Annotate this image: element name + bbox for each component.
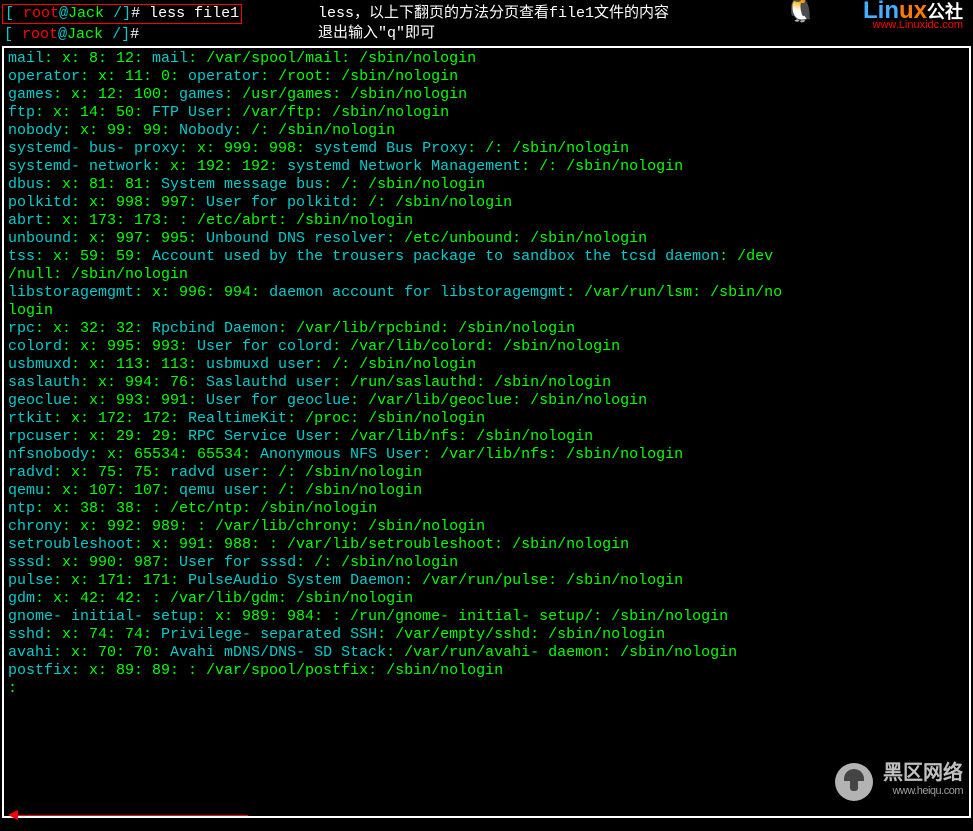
output-line: systemd- bus- proxy: x: 999: 998: system… [8,140,965,158]
watermark: 黑区网络 www.heiqu.com [835,763,963,801]
output-line: abrt: x: 173: 173: : /etc/abrt: /sbin/no… [8,212,965,230]
arrow-annotation [8,807,248,825]
prompt-at: @ [59,5,68,22]
output-line: gdm: x: 42: 42: : /var/lib/gdm: /sbin/no… [8,590,965,608]
output-line: dbus: x: 81: 81: System message bus: /: … [8,176,965,194]
output-line: geoclue: x: 993: 991: User for geoclue: … [8,392,965,410]
output-line: qemu: x: 107: 107: qemu user: /: /sbin/n… [8,482,965,500]
annotation-text: less，以上下翻页的方法分页查看file1文件的内容 退出输入"q"即可 [318,4,669,44]
logo-url: www.Linuxidc.com [863,16,963,34]
annotation-line1: less，以上下翻页的方法分页查看file1文件的内容 [318,4,669,24]
output-line: sshd: x: 74: 74: Privilege- separated SS… [8,626,965,644]
output-line: games: x: 12: 100: games: /usr/games: /s… [8,86,965,104]
output-line: avahi: x: 70: 70: Avahi mDNS/DNS- SD Sta… [8,644,965,662]
output-line: colord: x: 995: 993: User for colord: /v… [8,338,965,356]
output-line: nfsnobody: x: 65534: 65534: Anonymous NF… [8,446,965,464]
output-line: nobody: x: 99: 99: Nobody: /: /sbin/nolo… [8,122,965,140]
command-highlight-box: [ root@Jack /]# less file1 [2,4,242,24]
output-line: ftp: x: 14: 50: FTP User: /var/ftp: /sbi… [8,104,965,122]
command-text: less file1 [149,5,239,22]
output-line: rpc: x: 32: 32: Rpcbind Daemon: /var/lib… [8,320,965,338]
output-line: radvd: x: 75: 75: radvd user: /: /sbin/n… [8,464,965,482]
output-line: operator: x: 11: 0: operator: /root: /sb… [8,68,965,86]
output-line: login [8,302,965,320]
site-logo: Linux公社 www.Linuxidc.com [863,2,963,34]
prompt-hash: # [131,5,149,22]
output-line: rpcuser: x: 29: 29: RPC Service User: /v… [8,428,965,446]
watermark-url: www.heiqu.com [883,782,963,800]
output-line: gnome- initial- setup: x: 989: 984: : /r… [8,608,965,626]
prompt-path: / [113,5,122,22]
output-line: postfix: x: 89: 89: : /var/spool/postfix… [8,662,965,680]
output-line: libstoragemgmt: x: 996: 994: daemon acco… [8,284,965,302]
output-line: tss: x: 59: 59: Account used by the trou… [8,248,965,266]
watermark-icon [835,763,873,801]
output-line: chrony: x: 992: 989: : /var/lib/chrony: … [8,518,965,536]
terminal-header: [ root@Jack /]# less file1 [ root@Jack /… [0,0,973,44]
penguin-icon: 🐧 [783,2,818,20]
annotation-line2: 退出输入"q"即可 [318,24,669,44]
output-line: : [8,680,965,698]
output-line: rtkit: x: 172: 172: RealtimeKit: /proc: … [8,410,965,428]
output-line: mail: x: 8: 12: mail: /var/spool/mail: /… [8,50,965,68]
output-line: usbmuxd: x: 113: 113: usbmuxd user: /: /… [8,356,965,374]
prompt-host: Jack [68,5,113,22]
output-line: polkitd: x: 998: 997: User for polkitd: … [8,194,965,212]
watermark-title: 黑区网络 [883,764,963,782]
output-line: ntp: x: 38: 38: : /etc/ntp: /sbin/nologi… [8,500,965,518]
output-line: unbound: x: 997: 995: Unbound DNS resolv… [8,230,965,248]
output-line: /null: /sbin/nologin [8,266,965,284]
prompt-user: root [23,5,59,22]
output-line: sssd: x: 990: 987: User for sssd: /: /sb… [8,554,965,572]
output-line: pulse: x: 171: 171: PulseAudio System Da… [8,572,965,590]
output-line: systemd- network: x: 192: 192: systemd N… [8,158,965,176]
output-line: setroubleshoot: x: 991: 988: : /var/lib/… [8,536,965,554]
output-line: saslauth: x: 994: 76: Saslauthd user: /r… [8,374,965,392]
less-output-pane[interactable]: mail: x: 8: 12: mail: /var/spool/mail: /… [2,46,971,818]
prompt-bracket: [ [5,5,23,22]
prompt-bracket-close: ] [122,5,131,22]
